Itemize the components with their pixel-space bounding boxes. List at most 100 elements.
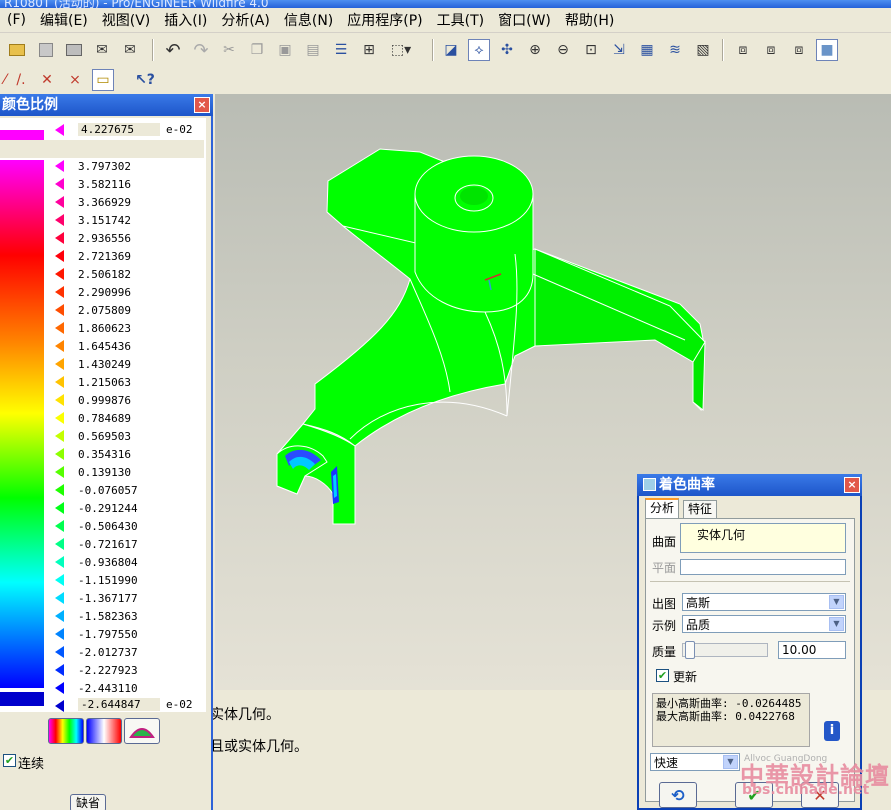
saved-views-icon[interactable]: ▦ [636,39,658,61]
print-icon[interactable] [63,39,85,61]
zoom-in-icon[interactable]: ⊕ [524,39,546,61]
menu-view[interactable]: 视图(V) [95,10,158,30]
max-gauss-curvature: 最大高斯曲率: 0.0422768 [656,710,795,723]
scale-value: 1.215063 [78,376,131,389]
scale-marker [55,574,65,586]
tab-feature[interactable]: 特征 [683,500,718,518]
orient-mode-icon[interactable]: ✣ [496,39,518,61]
scale-marker [55,628,65,640]
refit-icon[interactable]: ⊡ [580,39,602,61]
redo-icon[interactable]: ↷ [190,39,212,61]
quality-input[interactable]: 10.00 [778,641,846,659]
layers-icon[interactable]: ≋ [664,39,686,61]
update-checkbox[interactable]: ✔ [656,669,669,682]
scale-value: 1.860623 [78,322,131,335]
scale-marker [55,502,65,514]
copy-icon[interactable]: ❐ [246,39,268,61]
scale-marker [55,664,65,676]
menu-window[interactable]: 窗口(W) [491,10,558,30]
plot-label: 出图 [652,597,677,611]
spectrum-scale-button[interactable] [48,718,84,744]
view-manager-icon[interactable]: ▧ [692,39,714,61]
scale-options-button[interactable] [124,718,160,744]
scale-value: -1.367177 [78,592,138,605]
selection-box-icon[interactable]: ⬚▾ [386,39,416,61]
continuous-checkbox[interactable]: ✔ [3,754,16,767]
annotation-icon[interactable]: ▭ [92,69,114,91]
scale-bottom-value: -2.644847 [78,698,160,711]
surface-label: 曲面 [652,535,677,549]
spin-center-icon[interactable]: ⟡ [468,39,490,61]
scale-value: 3.366929 [78,196,131,209]
color-scale-body: 4.227675 e-02 3.797302 3.582116 3.366929 3.… [0,118,206,712]
datum-csys-icon[interactable]: ⨯ [64,69,86,91]
default-button[interactable]: 缺省 [70,794,106,810]
menu-edit[interactable]: 编辑(E) [33,10,95,30]
quality-slider[interactable] [682,641,768,659]
find-icon[interactable]: ⊞ [358,39,380,61]
wireframe-icon[interactable]: ⧈ [732,39,754,61]
open-folder-icon[interactable] [6,39,28,61]
scale-marker [55,520,65,532]
toolbar-separator [722,39,724,61]
scale-marker [55,304,65,316]
scale-marker [55,250,65,262]
menu-info[interactable]: 信息(N) [277,10,340,30]
scale-value: -0.076057 [78,484,138,497]
scale-bottom-exponent: e-02 [166,698,193,711]
paste-icon[interactable]: ▣ [274,39,296,61]
cut-icon[interactable]: ✂ [218,39,240,61]
repaint-icon[interactable]: ◪ [440,39,462,61]
paste-special-icon[interactable]: ▤ [302,39,324,61]
send-link-icon[interactable]: ✉ [119,39,141,61]
watermark: Allvoc GuangDong 中華設計論壇 bbs.chinade.net [738,750,889,806]
tab-analysis[interactable]: 分析 [645,498,680,519]
scale-marker [55,430,65,442]
menu-help[interactable]: 帮助(H) [558,10,621,30]
menu-analysis[interactable]: 分析(A) [214,10,277,30]
scale-marker [55,394,65,406]
example-select[interactable]: 品质 ▼ [682,615,846,633]
color-bar-gradient [0,160,44,688]
menu-tools[interactable]: 工具(T) [430,10,491,30]
shading-icon[interactable]: ■ [816,39,838,61]
context-help-icon[interactable]: ↖? [134,69,156,91]
datum-axis-icon[interactable]: /. [10,69,32,91]
zoom-out-icon[interactable]: ⊖ [552,39,574,61]
save-icon[interactable] [35,39,57,61]
close-icon[interactable]: × [194,97,210,113]
surface-collector[interactable]: 实体几何 [680,523,846,553]
message-line-2: 且或实体几何。 [210,739,308,755]
info-icon[interactable]: i [824,721,840,741]
hidden-line-icon[interactable]: ⧈ [760,39,782,61]
menu-applications[interactable]: 应用程序(P) [340,10,429,30]
scale-marker [55,466,65,478]
repeat-analysis-button[interactable]: ⟲ [659,782,697,808]
menu-insert[interactable]: 插入(I) [157,10,214,30]
window-title: R1080T (活动的) - Pro/ENGINEER Wildfire 4.0 [4,0,269,8]
message-line-1: 实体几何。 [210,707,280,723]
send-mail-icon[interactable]: ✉ [91,39,113,61]
datum-toolbar: ⁄ /. ✕ ⨯ ▭ ↖? [0,66,891,94]
scale-value: 0.139130 [78,466,131,479]
close-icon[interactable]: × [844,477,860,493]
scale-value: 0.354316 [78,448,131,461]
scale-marker [55,196,65,208]
no-hidden-icon[interactable]: ⧈ [788,39,810,61]
plot-select[interactable]: 高斯 ▼ [682,593,846,611]
quality-slider-thumb[interactable] [685,641,695,659]
scale-marker [55,484,65,496]
bicolor-scale-button[interactable] [86,718,122,744]
plane-collector[interactable] [680,559,846,575]
scale-marker [55,448,65,460]
regenerate-icon[interactable]: ☰ [330,39,352,61]
menu-file[interactable]: (F) [0,12,33,28]
window-titlebar: R1080T (活动的) - Pro/ENGINEER Wildfire 4.0 [0,0,891,8]
scale-value: -1.582363 [78,610,138,623]
undo-icon[interactable]: ↶ [162,39,184,61]
scale-options-icon [129,728,155,738]
reorient-icon[interactable]: ⇲ [608,39,630,61]
pane-divider [650,581,850,582]
datum-point-icon[interactable]: ✕ [36,69,58,91]
mode-select[interactable]: 快速 ▼ [650,753,740,771]
